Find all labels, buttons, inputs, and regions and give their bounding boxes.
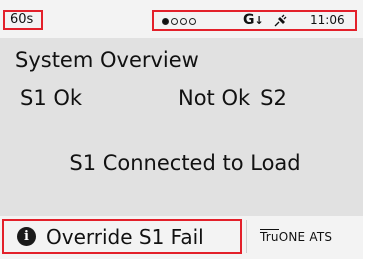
page-title: System Overview xyxy=(15,48,199,72)
info-icon: i xyxy=(17,227,36,246)
page-dot xyxy=(171,17,178,25)
plug-icon xyxy=(274,14,287,27)
brand-logo: TruONE ATS xyxy=(260,229,333,244)
s2-status-text: Not Ok xyxy=(178,86,251,110)
connection-status: S1 Connected to Load xyxy=(69,151,301,175)
bottom-bar: i Override S1 Fail TruONE ATS xyxy=(0,216,363,259)
divider xyxy=(246,220,247,253)
s1-status: S1 Ok xyxy=(20,86,83,110)
page-dot xyxy=(162,17,169,25)
status-indicators: G↓ 11:06 xyxy=(152,10,357,31)
clock: 11:06 xyxy=(310,13,345,27)
alert-message[interactable]: i Override S1 Fail xyxy=(2,219,242,254)
page-dots xyxy=(162,15,196,27)
s2-label: S2 xyxy=(260,86,287,110)
page-dot xyxy=(180,17,187,25)
alert-text: Override S1 Fail xyxy=(46,225,204,249)
generator-icon: G↓ xyxy=(243,12,264,28)
status-bar: 60s G↓ 11:06 xyxy=(0,0,363,38)
page-dot xyxy=(189,17,196,25)
s2-status: Not Ok S2 xyxy=(178,86,287,110)
timeout-counter: 60s xyxy=(3,10,43,30)
device-screen: 60s G↓ 11:06 System Overview S1 Ok Not O… xyxy=(0,0,365,259)
